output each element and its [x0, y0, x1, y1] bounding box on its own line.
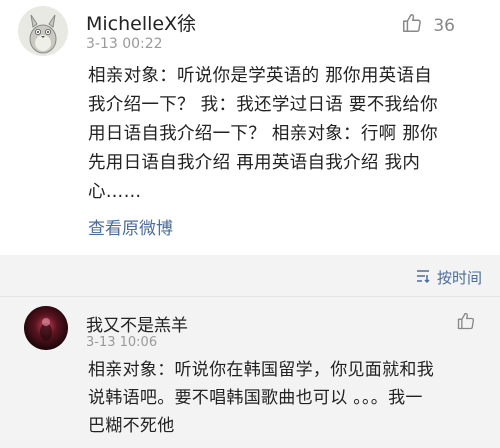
post-timestamp: 3-13 00:22 [86, 36, 163, 52]
view-original-link[interactable]: 查看原微博 [88, 214, 173, 239]
comment-body-line: 相亲对象：听说你在韩国留学，你见面就和我 [88, 360, 434, 380]
sort-by-time-button[interactable]: 按时间 [415, 267, 482, 288]
thumbs-up-icon [456, 311, 476, 336]
comment-like-button[interactable] [456, 311, 476, 336]
post-body-line: 相亲对象：听说你是学英语的 那你用英语自 [88, 66, 433, 86]
divider [0, 296, 500, 297]
weibo-post-card: MichelleX徐 3-13 00:22 36 相亲对象：听说你是学英语的 那… [0, 0, 500, 448]
post-body: 相亲对象：听说你是学英语的 那你用英语自 我介绍一下？ 我：我还学过日语 要不我… [88, 62, 438, 207]
comment-timestamp: 3-13 10:06 [86, 335, 158, 350]
comment-body-line: 说韩语吧。要不唱韩国歌曲也可以 。。。我一 [88, 388, 423, 408]
like-count: 36 [433, 15, 455, 36]
comment-body-line: 巴糊不死他 [88, 416, 175, 436]
comment-username[interactable]: 我又不是羔羊 [86, 311, 188, 336]
thumbs-up-icon [401, 12, 423, 39]
totoro-avatar-icon[interactable] [18, 6, 68, 56]
sort-label: 按时间 [436, 269, 482, 287]
post-like-button[interactable]: 36 [401, 12, 455, 39]
comment-body: 相亲对象：听说你在韩国留学，你见面就和我 说韩语吧。要不唱韩国歌曲也可以 。。。… [88, 356, 434, 440]
post-username[interactable]: MichelleX徐 [86, 9, 196, 36]
post-body-line: 用日语自我介绍一下？ 相亲对象：行啊 那你 [88, 124, 438, 144]
post-body-line: 我介绍一下？ 我：我还学过日语 要不我给你 [88, 95, 438, 115]
sort-icon [415, 268, 431, 288]
post-body-line: 心…… [88, 182, 142, 202]
dark-photo-avatar-icon[interactable] [24, 306, 68, 350]
post-body-line: 先用日语自我介绍 再用英语自我介绍 我内 [88, 153, 421, 173]
